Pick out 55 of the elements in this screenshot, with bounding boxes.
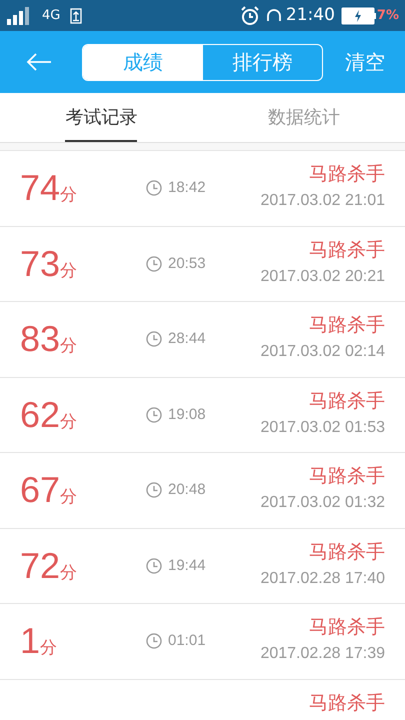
record-date: 2017.03.02 02:14: [260, 342, 385, 362]
record-title: 马路杀手: [309, 162, 385, 187]
segment-tab[interactable]: 成绩: [83, 44, 202, 80]
battery-percent: 7%: [376, 6, 399, 25]
duration-text: 18:42: [168, 178, 206, 198]
clock-icon: [146, 331, 162, 348]
record-title: 马路杀手: [309, 313, 385, 338]
clock-icon: [146, 406, 162, 423]
score-value: 83: [20, 317, 60, 362]
score-unit: 分: [60, 486, 78, 510]
record-title: 马路杀手: [309, 540, 385, 564]
clock-icon: [146, 256, 162, 272]
score-value: 67: [20, 468, 60, 512]
upload-icon: [70, 8, 82, 24]
tab[interactable]: 数据统计: [268, 104, 340, 142]
duration-text: 19:44: [168, 556, 206, 576]
record-title: 马路杀手: [309, 388, 385, 414]
back-icon[interactable]: [26, 53, 52, 71]
clock-icon: [146, 633, 162, 650]
clock-icon: [146, 180, 162, 196]
score-unit: 分: [60, 184, 78, 208]
score-value: 72: [20, 544, 60, 588]
score-unit: 分: [60, 335, 78, 358]
record-title: 马路杀手: [309, 464, 385, 489]
record-date: 2017.02.28 17:39: [260, 644, 385, 664]
score-unit: 分: [60, 562, 78, 585]
signal-icon: [6, 6, 32, 26]
network-label: 4G: [42, 9, 60, 22]
record-date: 2017.03.02 01:53: [260, 418, 385, 438]
alarm-icon: [240, 6, 260, 26]
clear-button[interactable]: 清空: [345, 47, 385, 77]
segment-tab[interactable]: 排行榜: [202, 44, 322, 80]
score-value: 73: [20, 242, 60, 286]
score-value: 1: [20, 619, 40, 664]
duration-text: 20:53: [168, 254, 206, 274]
clock-icon: [146, 558, 162, 574]
record-date: 2017.03.02 01:32: [260, 493, 385, 513]
score-unit: 分: [60, 260, 78, 283]
score-value: 74: [20, 166, 60, 210]
clock-icon: [146, 482, 162, 498]
record-date: 2017.03.02 20:21: [260, 266, 385, 286]
battery-icon: [340, 6, 377, 24]
score-unit: 分: [60, 410, 78, 434]
record-date: 2017.03.02 21:01: [260, 191, 385, 211]
score-value: 62: [20, 392, 60, 437]
clock-time: 21:40: [286, 4, 335, 27]
duration-text: 01:01: [168, 631, 206, 651]
record-date: 2017.02.28 17:40: [260, 568, 385, 588]
record-title: 马路杀手: [309, 615, 385, 640]
duration-text: 20:48: [168, 480, 206, 500]
duration-text: 28:44: [168, 329, 206, 349]
record-title: 马路杀手: [309, 690, 385, 716]
score-unit: 分: [40, 637, 58, 660]
duration-text: 19:08: [168, 404, 206, 424]
record-title: 马路杀手: [309, 238, 385, 262]
